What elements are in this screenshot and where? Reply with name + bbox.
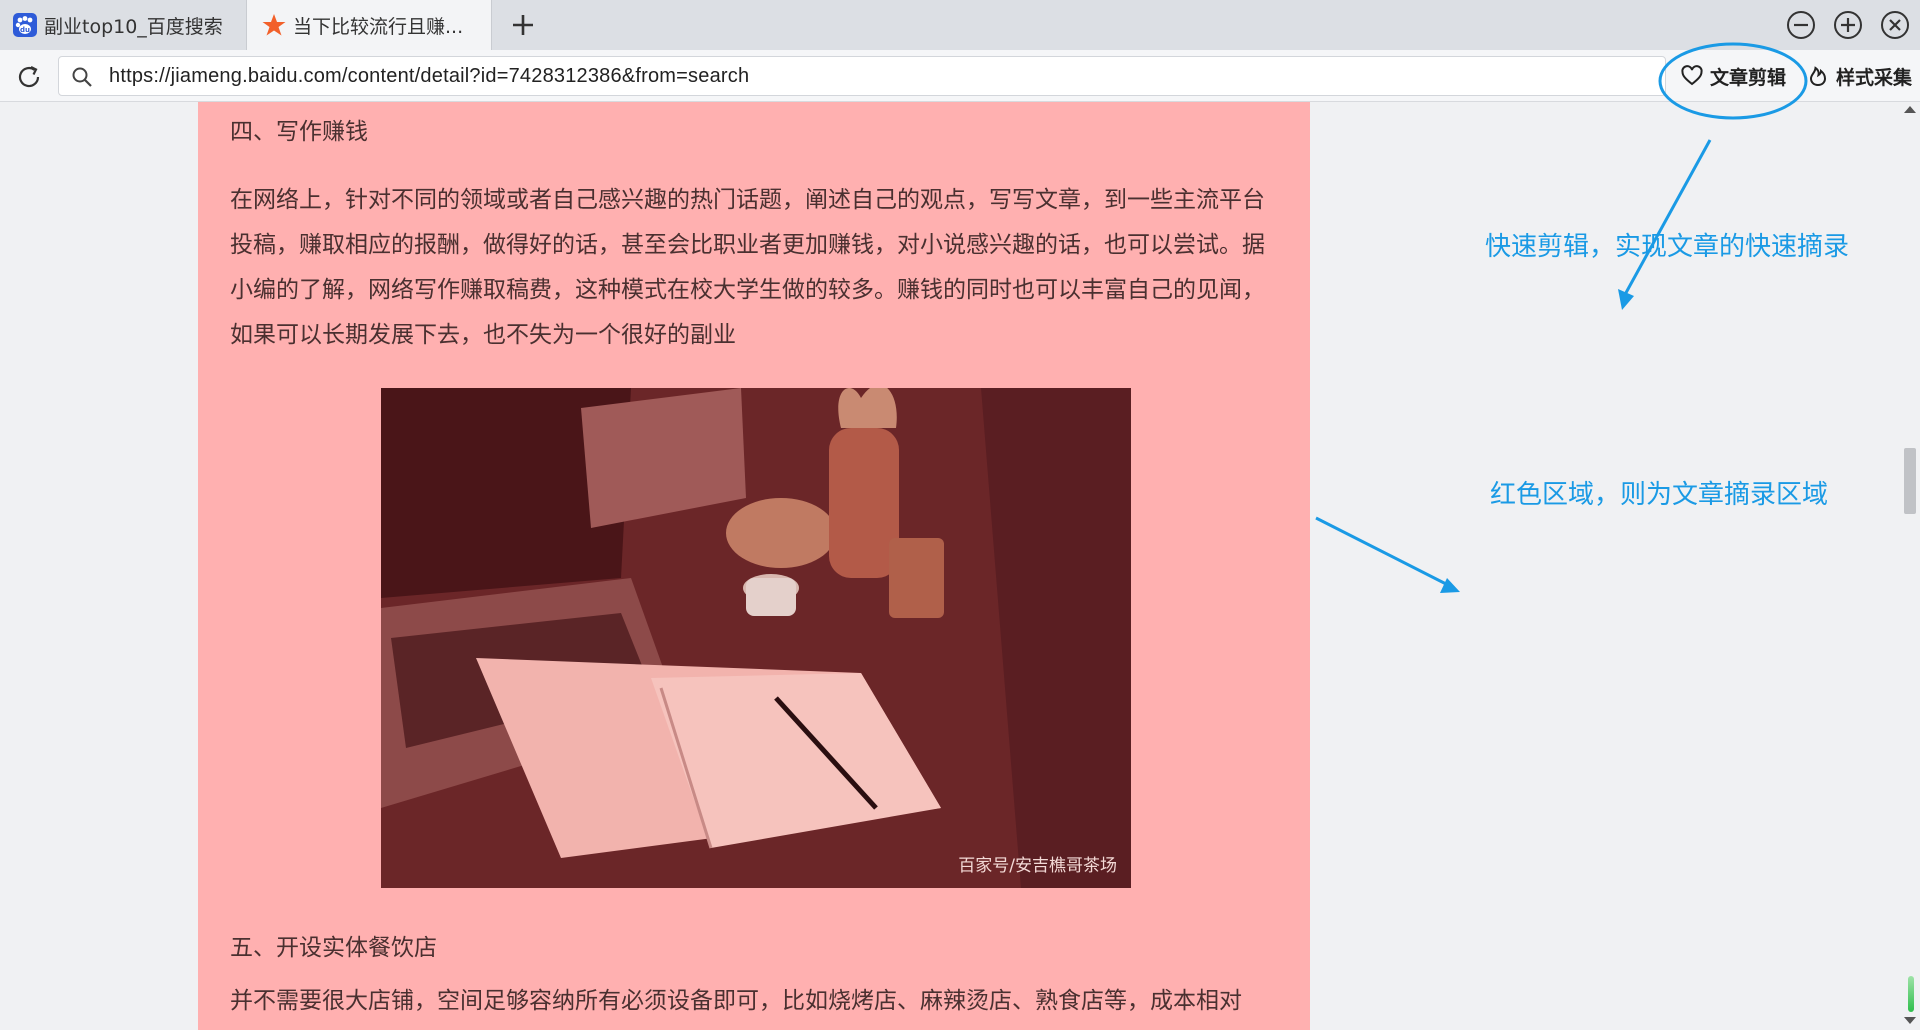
scroll-progress-indicator xyxy=(1908,976,1914,1012)
scroll-up-arrow-icon[interactable] xyxy=(1904,106,1916,113)
orange-star-icon xyxy=(262,14,286,36)
url-field[interactable]: https://jiameng.baidu.com/content/detail… xyxy=(58,56,1666,96)
minimize-icon[interactable] xyxy=(1785,9,1817,41)
style-collect-label: 样式采集 xyxy=(1836,66,1913,89)
heart-icon xyxy=(1681,65,1703,86)
paragraph: 在网络上，针对不同的领域或者自己感兴趣的热门话题，阐述自己的观点，写写文章，到一… xyxy=(230,187,1265,348)
article-clip-button[interactable]: 文章剪辑 xyxy=(1680,58,1786,94)
section-heading: 五、开设实体餐饮店 xyxy=(230,935,437,961)
scroll-down-arrow-icon[interactable] xyxy=(1904,1017,1916,1024)
new-tab-button[interactable] xyxy=(506,8,540,42)
annotation-red-area: 红色区域，则为文章摘录区域 xyxy=(1490,480,1829,510)
reload-icon[interactable] xyxy=(14,62,44,92)
article-clip-region[interactable]: 四、写作赚钱 在网络上，针对不同的领域或者自己感兴趣的热门话题，阐述自己的观点，… xyxy=(198,102,1310,1030)
article-image: 百家号/安吉樵哥茶场 xyxy=(381,388,1131,888)
search-icon xyxy=(72,67,92,87)
svg-text:du: du xyxy=(20,26,30,34)
image-watermark: 百家号/安吉樵哥茶场 xyxy=(958,856,1117,876)
desk-notebook-photo xyxy=(381,388,1131,888)
section-heading: 四、写作赚钱 xyxy=(230,119,368,145)
flame-icon xyxy=(1809,66,1827,87)
scrollbar-thumb[interactable] xyxy=(1904,448,1916,514)
tab-bar: du 副业top10_百度搜索 当下比较流行且赚... xyxy=(0,0,1920,50)
article-clip-label: 文章剪辑 xyxy=(1710,66,1787,89)
url-text: https://jiameng.baidu.com/content/detail… xyxy=(109,65,750,87)
tab-title: 当下比较流行且赚... xyxy=(293,15,464,38)
maximize-icon[interactable] xyxy=(1832,9,1864,41)
tab-title: 副业top10_百度搜索 xyxy=(44,15,223,38)
plus-icon xyxy=(513,15,533,35)
annotation-quick-clip: 快速剪辑，实现文章的快速摘录 xyxy=(1485,232,1850,262)
address-toolbar: https://jiameng.baidu.com/content/detail… xyxy=(0,50,1920,102)
vertical-scrollbar[interactable] xyxy=(1900,102,1920,1030)
paragraph: 并不需要很大店铺，空间足够容纳所有必须设备即可，比如烧烤店、麻辣烫店、熟食店等，… xyxy=(230,988,1242,1014)
tab-baidu-search[interactable]: du 副业top10_百度搜索 xyxy=(0,0,246,50)
baidu-paw-icon: du xyxy=(13,13,37,37)
close-icon[interactable] xyxy=(1879,9,1911,41)
tab-article[interactable]: 当下比较流行且赚... xyxy=(246,0,492,50)
style-collect-button[interactable]: 样式采集 xyxy=(1806,58,1912,94)
